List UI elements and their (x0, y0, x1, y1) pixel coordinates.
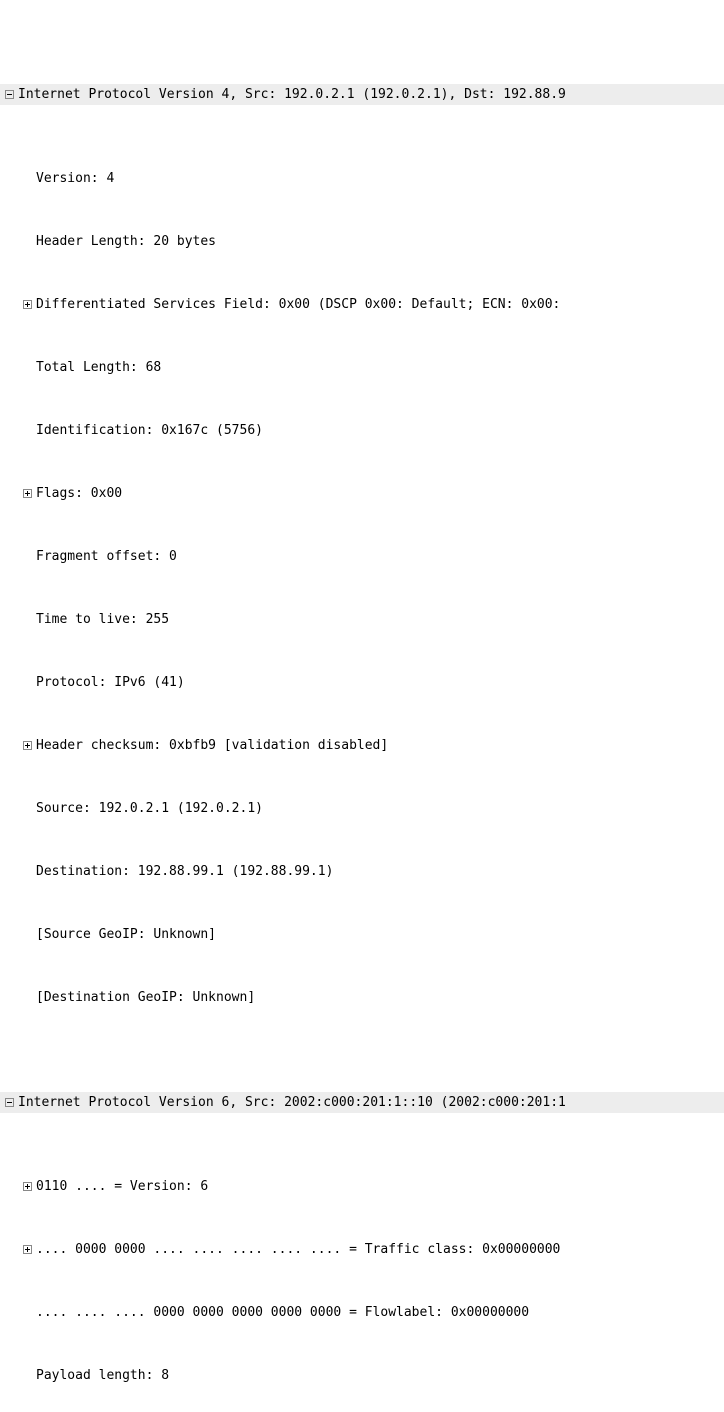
ipv6-payload-length-row[interactable]: Payload length: 8 (0, 1365, 724, 1386)
ipv4-total-length-row[interactable]: Total Length: 68 (0, 357, 724, 378)
ipv4-source-row[interactable]: Source: 192.0.2.1 (192.0.2.1) (0, 798, 724, 819)
ipv6-header-text: Internet Protocol Version 6, Src: 2002:c… (18, 1092, 566, 1113)
field-value: Differentiated Services Field: 0x00 (DSC… (36, 294, 560, 315)
ipv4-protocol-row[interactable]: Protocol: IPv6 (41) (0, 672, 724, 693)
packet-details-tree: Internet Protocol Version 4, Src: 192.0.… (0, 0, 724, 1412)
ipv6-version-row[interactable]: 0110 .... = Version: 6 (0, 1176, 724, 1197)
ipv6-header-row[interactable]: Internet Protocol Version 6, Src: 2002:c… (0, 1092, 724, 1113)
field-value: Time to live: 255 (36, 609, 169, 630)
ipv4-version-row[interactable]: Version: 4 (0, 168, 724, 189)
ipv4-source-geoip-row[interactable]: [Source GeoIP: Unknown] (0, 924, 724, 945)
field-value: Flags: 0x00 (36, 483, 122, 504)
ipv4-header-text: Internet Protocol Version 4, Src: 192.0.… (18, 84, 566, 105)
field-value: 0110 .... = Version: 6 (36, 1176, 208, 1197)
ipv6-flowlabel-row[interactable]: .... .... .... 0000 0000 0000 0000 0000 … (0, 1302, 724, 1323)
ipv6-traffic-class-row[interactable]: .... 0000 0000 .... .... .... .... .... … (0, 1239, 724, 1260)
field-value: Payload length: 8 (36, 1365, 169, 1386)
ipv4-header-row[interactable]: Internet Protocol Version 4, Src: 192.0.… (0, 84, 724, 105)
field-value: Version: 4 (36, 168, 114, 189)
ipv4-flags-row[interactable]: Flags: 0x00 (0, 483, 724, 504)
field-value: [Source GeoIP: Unknown] (36, 924, 216, 945)
ipv4-destination-row[interactable]: Destination: 192.88.99.1 (192.88.99.1) (0, 861, 724, 882)
ipv4-identification-row[interactable]: Identification: 0x167c (5756) (0, 420, 724, 441)
field-value: Destination: 192.88.99.1 (192.88.99.1) (36, 861, 333, 882)
collapse-icon[interactable] (3, 1097, 15, 1109)
field-value: Header Length: 20 bytes (36, 231, 216, 252)
field-value: Total Length: 68 (36, 357, 161, 378)
ipv4-checksum-row[interactable]: Header checksum: 0xbfb9 [validation disa… (0, 735, 724, 756)
expand-icon[interactable] (21, 299, 33, 311)
ipv4-header-length-row[interactable]: Header Length: 20 bytes (0, 231, 724, 252)
expand-icon[interactable] (21, 740, 33, 752)
collapse-icon[interactable] (3, 89, 15, 101)
field-value: Fragment offset: 0 (36, 546, 177, 567)
ipv4-fragment-offset-row[interactable]: Fragment offset: 0 (0, 546, 724, 567)
ipv4-dsfield-row[interactable]: Differentiated Services Field: 0x00 (DSC… (0, 294, 724, 315)
field-value: Identification: 0x167c (5756) (36, 420, 263, 441)
ipv4-dest-geoip-row[interactable]: [Destination GeoIP: Unknown] (0, 987, 724, 1008)
expand-icon[interactable] (21, 1244, 33, 1256)
ipv4-ttl-row[interactable]: Time to live: 255 (0, 609, 724, 630)
field-value: .... 0000 0000 .... .... .... .... .... … (36, 1239, 560, 1260)
field-value: .... .... .... 0000 0000 0000 0000 0000 … (36, 1302, 529, 1323)
field-value: Protocol: IPv6 (41) (36, 672, 185, 693)
field-value: Source: 192.0.2.1 (192.0.2.1) (36, 798, 263, 819)
expand-icon[interactable] (21, 488, 33, 500)
expand-icon[interactable] (21, 1181, 33, 1193)
field-value: [Destination GeoIP: Unknown] (36, 987, 255, 1008)
field-value: Header checksum: 0xbfb9 [validation disa… (36, 735, 388, 756)
